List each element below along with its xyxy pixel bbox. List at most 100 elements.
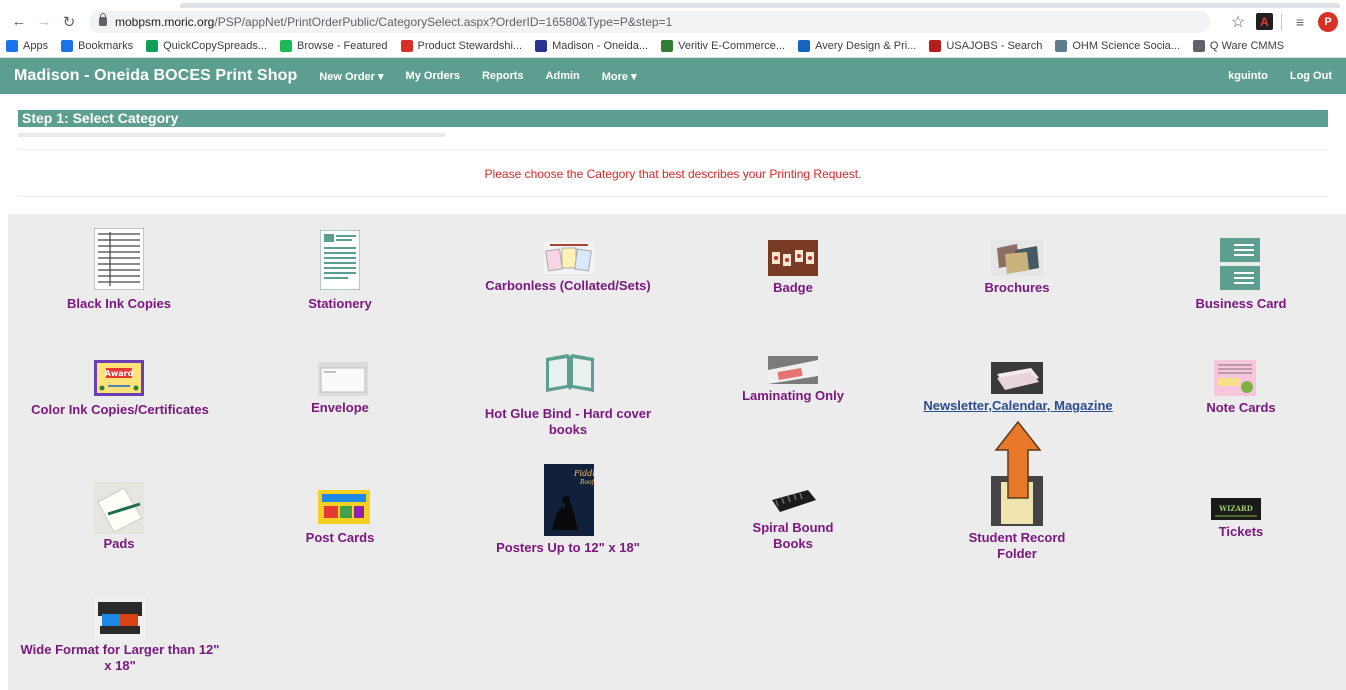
- bookmark-label: QuickCopySpreads...: [163, 40, 268, 52]
- admin-link[interactable]: Admin: [546, 70, 580, 82]
- pads-thumbnail[interactable]: [94, 482, 144, 534]
- stationery-thumbnail[interactable]: [320, 230, 360, 290]
- category-label[interactable]: Badge: [728, 280, 858, 296]
- category-prompt: Please choose the Category that best des…: [484, 167, 862, 181]
- brand-title[interactable]: Madison - Oneida BOCES Print Shop: [14, 67, 297, 85]
- category-note-cards[interactable]: Note Cards: [1176, 400, 1306, 416]
- spotify-icon: [280, 40, 293, 52]
- laminating-thumbnail[interactable]: [768, 356, 818, 384]
- bookmark-label: USAJOBS - Search: [946, 40, 1043, 52]
- category-student-record-folder[interactable]: Student Record Folder: [952, 530, 1082, 562]
- url-field[interactable]: mobpsm.moric.org/PSP/appNet/PrintOrderPu…: [89, 10, 1210, 33]
- category-badge[interactable]: Badge: [728, 280, 858, 296]
- url-host: mobpsm.moric.org: [115, 14, 215, 29]
- back-arrow-icon[interactable]: ←: [8, 11, 30, 33]
- user-name-link[interactable]: kguinto: [1228, 70, 1268, 82]
- bookmark-item[interactable]: QuickCopySpreads...: [146, 40, 267, 52]
- category-envelope[interactable]: Envelope: [270, 400, 410, 416]
- category-business-card[interactable]: Business Card: [1176, 296, 1306, 312]
- active-tab[interactable]: [180, 3, 1340, 8]
- bookmark-item[interactable]: Bookmarks: [61, 40, 133, 52]
- brochures-thumbnail[interactable]: [991, 240, 1043, 276]
- svg-text:Award: Award: [105, 369, 134, 378]
- category-tickets[interactable]: Tickets: [1176, 524, 1306, 540]
- bookmark-item[interactable]: OHM Science Socia...: [1055, 40, 1180, 52]
- category-label[interactable]: Carbonless (Collated/Sets): [478, 278, 658, 294]
- bookmark-item[interactable]: USAJOBS - Search: [929, 40, 1042, 52]
- category-newsletter[interactable]: Newsletter,Calendar, Magazine: [908, 398, 1128, 414]
- category-brochures[interactable]: Brochures: [952, 280, 1082, 296]
- category-label[interactable]: Tickets: [1176, 524, 1306, 540]
- category-black-ink-copies[interactable]: Black Ink Copies: [48, 296, 190, 312]
- category-post-cards[interactable]: Post Cards: [270, 530, 410, 546]
- v-icon: [661, 40, 674, 52]
- bookmark-item[interactable]: Avery Design & Pri...: [798, 40, 916, 52]
- posters-thumbnail[interactable]: Fiddler Roof: [544, 464, 594, 536]
- bookmark-label: Bookmarks: [78, 40, 134, 52]
- category-label[interactable]: Business Card: [1176, 296, 1306, 312]
- category-label[interactable]: Envelope: [270, 400, 410, 416]
- reading-list-icon[interactable]: ≡: [1290, 12, 1310, 32]
- category-label[interactable]: Newsletter,Calendar, Magazine: [908, 398, 1128, 414]
- bookmark-item[interactable]: Veritiv E-Commerce...: [661, 40, 785, 52]
- category-posters[interactable]: Posters Up to 12" x 18": [478, 540, 658, 556]
- svg-text:WIZARD: WIZARD: [1218, 504, 1253, 513]
- category-label[interactable]: Student Record Folder: [952, 530, 1082, 562]
- my-orders-link[interactable]: My Orders: [406, 70, 460, 82]
- bookmark-item[interactable]: Q Ware CMMS: [1192, 40, 1284, 52]
- category-hot-glue-bind[interactable]: Hot Glue Bind - Hard cover books: [478, 406, 658, 438]
- envelope-thumbnail[interactable]: [318, 362, 368, 396]
- category-label[interactable]: Wide Format for Larger than 12" x 18": [16, 642, 224, 674]
- hot-glue-bind-thumbnail[interactable]: [544, 354, 596, 394]
- bookmark-label: Browse - Featured: [297, 40, 388, 52]
- category-label[interactable]: Color Ink Copies/Certificates: [16, 402, 224, 418]
- category-label[interactable]: Post Cards: [270, 530, 410, 546]
- category-label[interactable]: Note Cards: [1176, 400, 1306, 416]
- bookmark-item[interactable]: Browse - Featured: [280, 40, 388, 52]
- category-grid: Black Ink Copies Stationery Carbonless (…: [8, 214, 1346, 690]
- bookmark-item[interactable]: Madison - Oneida...: [535, 40, 648, 52]
- logout-link[interactable]: Log Out: [1290, 70, 1332, 82]
- bookmark-item[interactable]: Product Stewardshi...: [400, 40, 522, 52]
- bookmark-star-icon[interactable]: ☆: [1228, 12, 1248, 32]
- category-label[interactable]: Laminating Only: [738, 388, 848, 404]
- category-spiral-bound[interactable]: Spiral Bound Books: [738, 520, 848, 552]
- profile-avatar[interactable]: P: [1318, 11, 1338, 32]
- category-stationery[interactable]: Stationery: [270, 296, 410, 312]
- category-pads[interactable]: Pads: [48, 536, 190, 552]
- divider: [18, 149, 1328, 150]
- plus-box-icon: [146, 40, 159, 52]
- category-label[interactable]: Black Ink Copies: [48, 296, 190, 312]
- pdf-extension-icon[interactable]: A: [1256, 13, 1273, 30]
- category-carbonless[interactable]: Carbonless (Collated/Sets): [478, 278, 658, 294]
- business-card-thumbnail[interactable]: [1220, 238, 1260, 290]
- forward-arrow-icon[interactable]: →: [33, 11, 55, 33]
- category-wide-format[interactable]: Wide Format for Larger than 12" x 18": [16, 642, 224, 674]
- bookmarks-bar: Apps Bookmarks QuickCopySpreads... Browse -…: [0, 35, 1346, 58]
- category-label[interactable]: Posters Up to 12" x 18": [478, 540, 658, 556]
- new-order-menu[interactable]: New Order ▾: [319, 70, 383, 83]
- category-color-ink-copies[interactable]: Color Ink Copies/Certificates: [16, 402, 224, 418]
- reports-link[interactable]: Reports: [482, 70, 524, 82]
- spiral-bound-thumbnail[interactable]: [768, 486, 818, 520]
- category-label[interactable]: Pads: [48, 536, 190, 552]
- newsletter-thumbnail[interactable]: [991, 362, 1043, 394]
- badge-thumbnail[interactable]: [768, 240, 818, 276]
- category-label[interactable]: Hot Glue Bind - Hard cover books: [478, 406, 658, 438]
- color-ink-copies-thumbnail[interactable]: Award: [94, 360, 144, 396]
- category-laminating[interactable]: Laminating Only: [738, 388, 848, 404]
- more-menu[interactable]: More ▾: [602, 70, 637, 83]
- carbonless-thumbnail[interactable]: [544, 242, 594, 274]
- note-cards-thumbnail[interactable]: [1214, 360, 1256, 396]
- category-label[interactable]: Spiral Bound Books: [738, 520, 848, 552]
- black-ink-copies-thumbnail[interactable]: [94, 228, 144, 290]
- wide-format-thumbnail[interactable]: [94, 598, 146, 640]
- post-cards-thumbnail[interactable]: [318, 490, 370, 524]
- avery-icon: [798, 40, 811, 52]
- bookmark-label: Madison - Oneida...: [552, 40, 649, 52]
- category-label[interactable]: Stationery: [270, 296, 410, 312]
- bookmark-item[interactable]: Apps: [6, 40, 48, 52]
- reload-icon[interactable]: ↻: [58, 11, 80, 33]
- tickets-thumbnail[interactable]: WIZARD: [1211, 498, 1261, 520]
- category-label[interactable]: Brochures: [952, 280, 1082, 296]
